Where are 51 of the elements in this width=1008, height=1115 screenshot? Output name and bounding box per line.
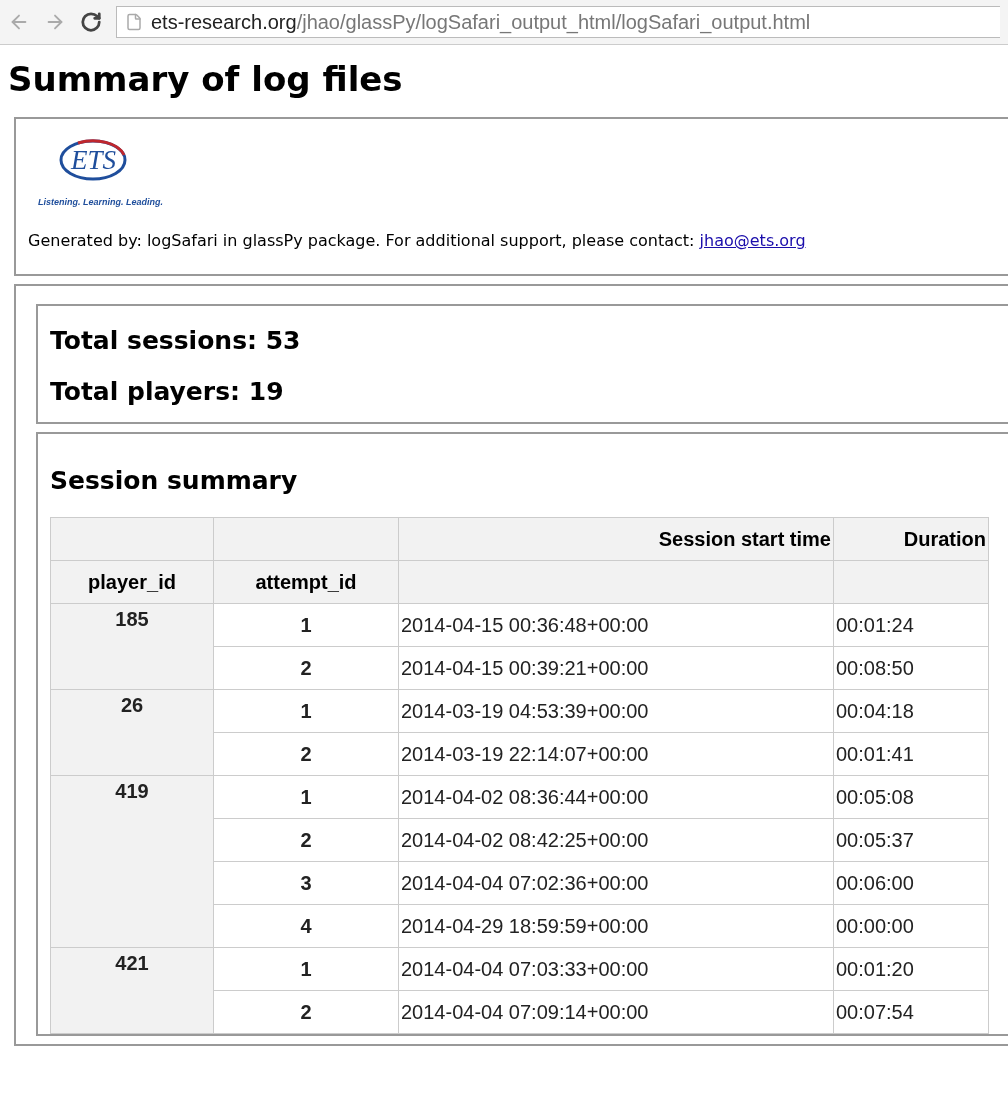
table-cell: 1	[213, 775, 399, 819]
table-cell: 00:08:50	[833, 646, 989, 690]
page-icon	[125, 13, 143, 31]
reload-icon[interactable]	[80, 11, 102, 33]
table-cell: 2014-03-19 04:53:39+00:00	[398, 689, 834, 733]
table-cell: 2014-04-29 18:59:59+00:00	[398, 904, 834, 948]
column-header: Duration	[833, 517, 989, 561]
table-cell: 00:07:54	[833, 990, 989, 1034]
table-cell: 2	[213, 990, 399, 1034]
table-cell: 2014-03-19 22:14:07+00:00	[398, 732, 834, 776]
address-bar[interactable]: ets-research.org/jhao/glassPy/logSafari_output_html/logSafari_output.html	[116, 6, 1000, 38]
table-cell: 2	[213, 732, 399, 776]
page-title: Summary of log files	[8, 59, 404, 99]
total-heading: Total players: 19	[50, 377, 285, 406]
url-host: ets-research.org	[151, 10, 297, 33]
table-cell: 2014-04-15 00:39:21+00:00	[398, 646, 834, 690]
table-cell: 3	[213, 861, 399, 905]
table-cell: 1	[213, 689, 399, 733]
generated-by-text: Generated by: logSafari in glassPy package. For additional support, please contact: jhao@ets.org	[28, 231, 807, 250]
table-cell: 2014-04-04 07:09:14+00:00	[398, 990, 834, 1034]
table-cell: 185	[50, 603, 214, 690]
table-cell: 00:04:18	[833, 689, 989, 733]
table-cell: 2014-04-04 07:03:33+00:00	[398, 947, 834, 991]
table-cell: 00:06:00	[833, 861, 989, 905]
table-cell: 00:05:37	[833, 818, 989, 862]
logo: ETS	[58, 137, 128, 183]
column-header: Session start time	[398, 517, 834, 561]
table-cell: 4	[213, 904, 399, 948]
column-header: player_id	[50, 560, 214, 604]
table-cell: 26	[50, 689, 214, 776]
table-cell: 2014-04-02 08:36:44+00:00	[398, 775, 834, 819]
table-cell: 00:01:20	[833, 947, 989, 991]
contact-link[interactable]: jhao@ets.org	[699, 231, 806, 250]
url-path: /jhao/glassPy/logSafari_output_html/logSafari_output.html	[296, 10, 811, 34]
logo-tagline: Listening. Learning. Leading.	[38, 197, 164, 207]
table-cell: 1	[213, 603, 399, 647]
table-cell: 00:01:24	[833, 603, 989, 647]
table-cell: 00:01:41	[833, 732, 989, 776]
section-heading: Session summary	[50, 466, 299, 495]
table-cell: 00:05:08	[833, 775, 989, 819]
table-cell: 419	[50, 775, 214, 948]
table-cell: 421	[50, 947, 214, 1034]
table-cell: 2014-04-04 07:02:36+00:00	[398, 861, 834, 905]
table-cell: 2	[213, 646, 399, 690]
table-cell: 00:00:00	[833, 904, 989, 948]
total-heading: Total sessions: 53	[50, 326, 302, 355]
table-cell: 2014-04-02 08:42:25+00:00	[398, 818, 834, 862]
table-cell: 2	[213, 818, 399, 862]
table-cell: 2014-04-15 00:36:48+00:00	[398, 603, 834, 647]
table-cell: 1	[213, 947, 399, 991]
column-header: attempt_id	[213, 560, 399, 604]
